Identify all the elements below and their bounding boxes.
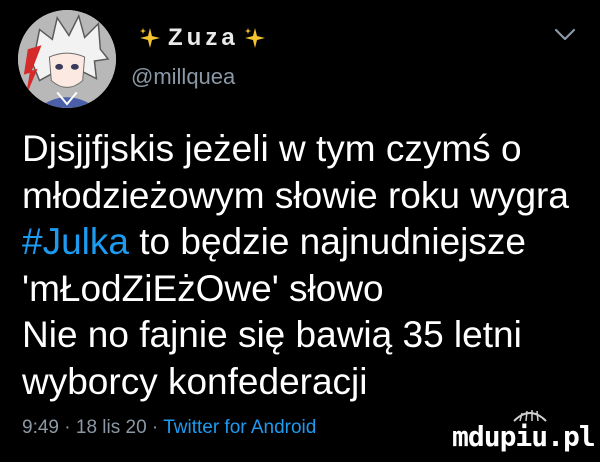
avatar[interactable] [18, 10, 116, 108]
meta-separator: · [58, 417, 76, 438]
more-options-button[interactable] [553, 27, 577, 43]
sparkles-icon [138, 26, 162, 50]
tweet-line: 'mŁodZiEżOwe' słowo [22, 267, 384, 309]
sparkles-icon [243, 26, 267, 50]
anime-avatar-icon [18, 10, 116, 108]
meta-separator: · [146, 417, 164, 438]
tweet-text: Djsjjfjskis jeżeli w tym czymś o młodzie… [22, 126, 592, 405]
tweet-line: młodzieżowym słowie roku wygra [22, 174, 569, 216]
tweet-line-text: to będzie najnudniejsze [128, 221, 526, 262]
tweet-line: Nie no fajnie się bawią 35 letni [22, 314, 522, 355]
hashtag-link[interactable]: #Julka [22, 221, 129, 262]
chevron-down-icon [554, 28, 576, 41]
tweet: Zuza @millquea Djsjjfjskis jeżeli w tym … [0, 0, 600, 462]
tweet-time[interactable]: 9:49 [22, 417, 59, 438]
author-display-name: Zuza [168, 24, 239, 51]
tweet-date[interactable]: 18 lis 20 [76, 417, 147, 438]
tweet-meta: 9:49 · 18 lis 20 · Twitter for Android [22, 417, 316, 439]
tweet-source-link[interactable]: Twitter for Android [163, 417, 316, 438]
author-name[interactable]: Zuza [138, 24, 267, 52]
tweet-line: #Julka to będzie najnudniejsze [22, 219, 592, 266]
watermark: mdupiu.pl [452, 420, 596, 453]
author-handle[interactable]: @millquea [131, 64, 235, 90]
tweet-line: Djsjjfjskis jeżeli w tym czymś o [22, 128, 522, 169]
tweet-line: wyborcy konfederacji [22, 360, 368, 402]
